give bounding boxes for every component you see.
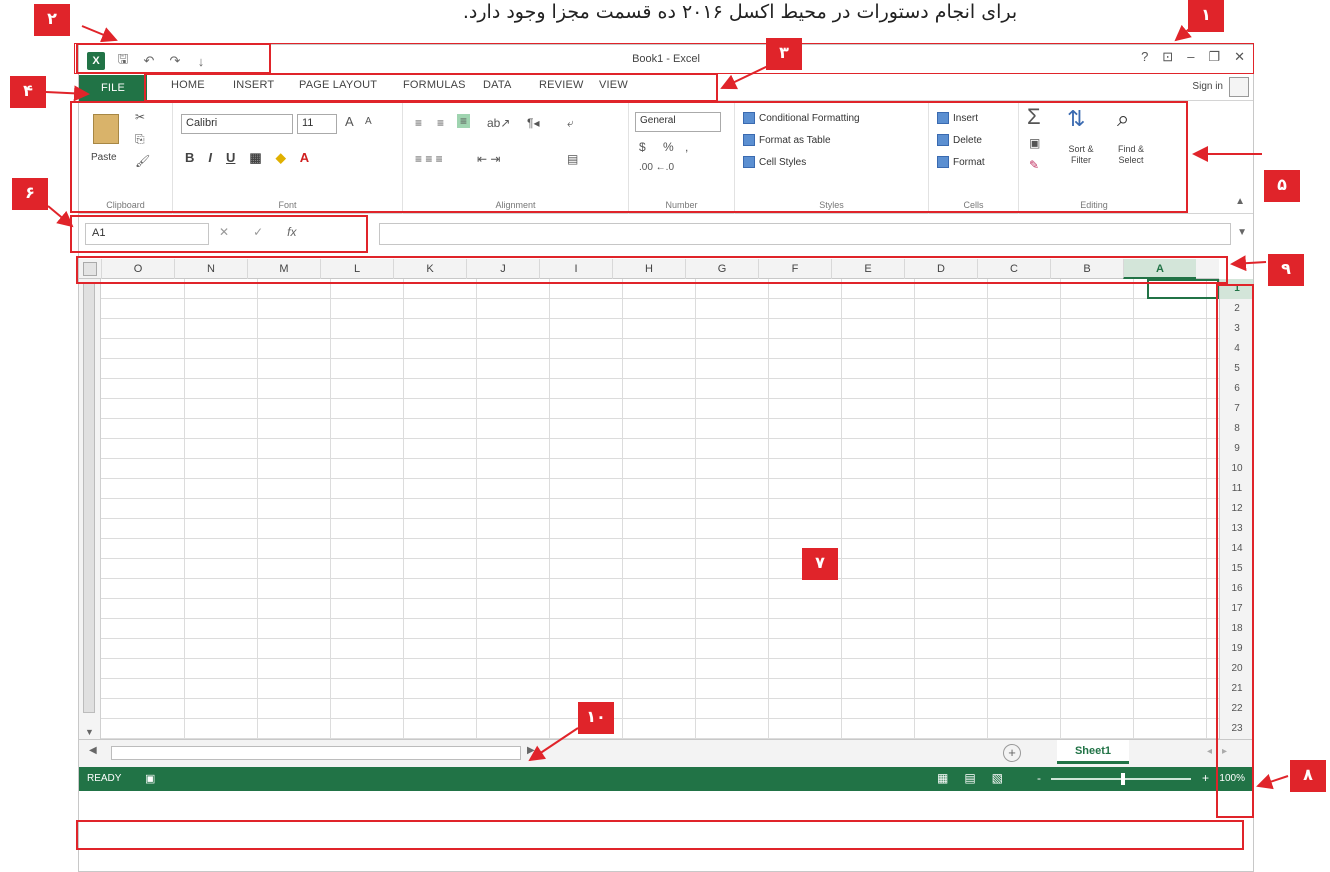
callout-badge-6: ۶ [12,178,48,210]
callout-badge-9: ۹ [1268,254,1304,286]
collapse-ribbon-icon[interactable]: ▲ [1235,196,1245,207]
callout-box-name-box [70,215,368,253]
tab-file[interactable]: FILE [79,75,147,101]
page-break-view-icon[interactable]: ▧ [992,771,1003,785]
arrow-8 [1256,773,1289,790]
zoom-in-button[interactable]: + [1202,771,1209,785]
callout-badge-8: ۸ [1290,760,1326,792]
zoom-out-button[interactable]: - [1037,771,1041,785]
view-buttons: ▦ ▤ ▧ [937,771,1003,785]
vertical-scrollbar[interactable]: ▼ [79,279,101,739]
callout-badge-4: ۴ [10,76,46,108]
callout-box-column-headers [76,256,1228,284]
new-sheet-button[interactable]: + [1003,744,1021,762]
vertical-scroll-thumb[interactable] [83,283,95,713]
page-layout-view-icon[interactable]: ▤ [964,771,975,785]
callout-badge-1: ۱ [1188,0,1224,32]
caption-text: برای انجام دستورات در محیط اکسل ۲۰۱۶ ده … [462,1,1018,23]
formula-input[interactable] [379,223,1231,245]
worksheet-grid[interactable] [101,279,1219,739]
scroll-left-icon[interactable]: ◀ [89,745,97,756]
normal-view-icon[interactable]: ▦ [937,771,948,785]
scroll-right-icon[interactable]: ▶ [527,745,535,756]
callout-badge-10: ۱۰ [578,702,614,734]
zoom-slider-thumb[interactable] [1121,773,1125,785]
sign-in-link[interactable]: Sign in [1192,81,1223,92]
callout-box-sheet-bar [76,820,1244,850]
callout-box-title-bar [74,43,1254,74]
avatar[interactable] [1229,77,1249,97]
macro-record-icon[interactable]: ▣ [145,772,155,785]
sheet-tab-sheet1[interactable]: Sheet1 [1057,740,1129,764]
callout-badge-5: ۵ [1264,170,1300,202]
callout-box-ribbon [70,101,1188,213]
expand-formula-icon[interactable]: ▼ [1237,227,1247,238]
callout-box-tabs [144,73,718,102]
callout-box-row-headers [1216,284,1254,818]
horizontal-scrollbar[interactable] [111,746,521,760]
callout-badge-2: ۲ [34,4,70,36]
status-ready: READY [87,773,122,784]
callout-badge-7: ۷ [802,548,838,580]
scroll-down-icon[interactable]: ▼ [85,727,94,737]
sheet-bar: ◀ ▶ + Sheet1 ◂▸ [79,739,1253,767]
arrow-2 [81,25,118,43]
callout-badge-3: ۳ [766,38,802,70]
arrow-6 [47,205,74,228]
status-bar: READY ▣ ▦ ▤ ▧ - + 100% [79,767,1253,791]
